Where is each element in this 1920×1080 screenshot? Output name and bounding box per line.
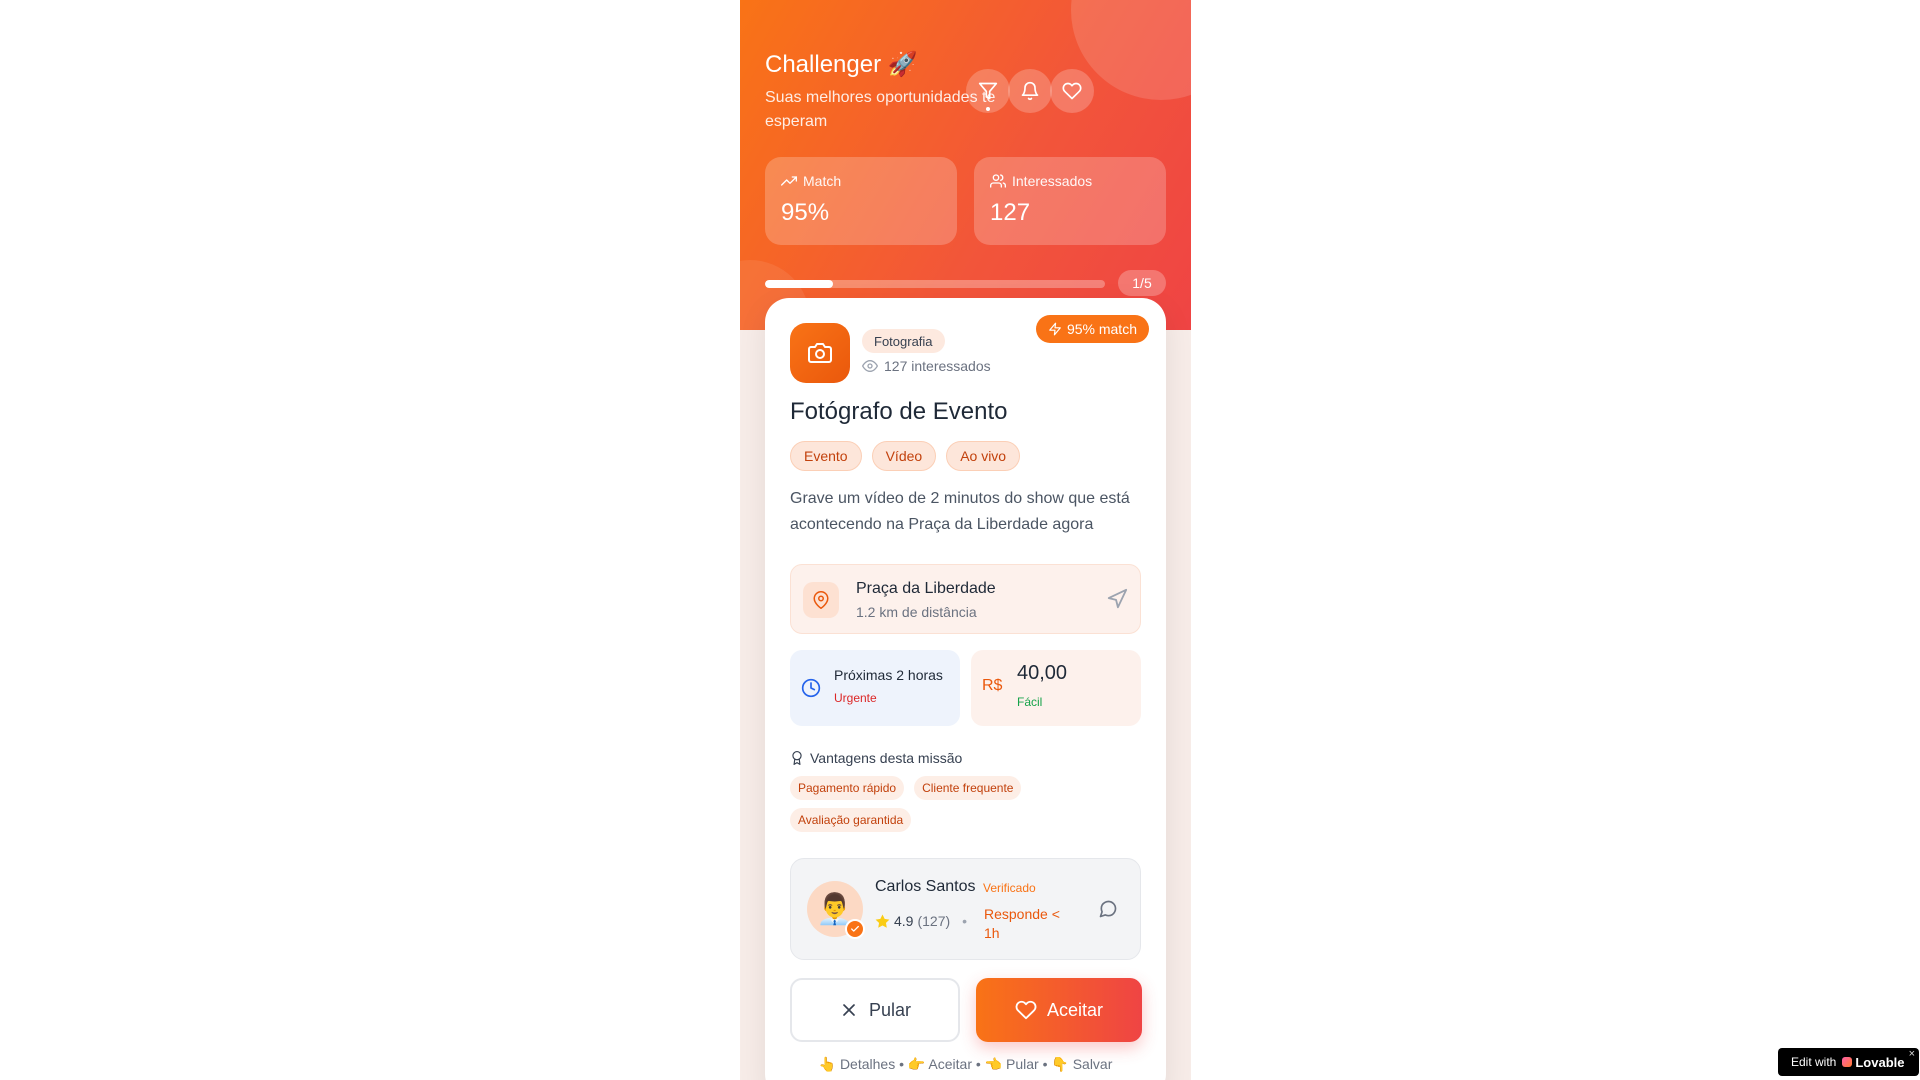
award-icon [792,751,802,765]
interested-stat-value: 127 [990,199,1031,226]
users-icon [990,174,1006,188]
match-badge: 95% match [1035,315,1149,343]
active-filter-dot [986,107,990,111]
verified-badge [845,919,865,939]
job-tag: Evento [790,441,862,471]
progress-bar [765,280,1105,288]
lovable-heart-icon [1842,1057,1853,1067]
lovable-logo: Lovable [1842,1055,1904,1070]
star-icon [875,914,890,928]
trending-up-icon [781,176,797,186]
match-badge-label: 95% match [1066,321,1137,337]
time-box: Próximas 2 horas Urgente [790,650,960,726]
job-description: Grave um vídeo de 2 minutos do show que … [790,490,1130,533]
check-icon [851,925,859,932]
response-time: Responde < 1h [984,906,1060,941]
price-box: R$ 40,00 Fácil [971,650,1141,726]
price-amount: 40,00 [1017,662,1068,684]
urgency-label: Urgente [834,691,877,705]
message-icon[interactable] [1098,899,1118,919]
map-pin-icon [813,591,829,609]
zap-icon [1049,322,1061,336]
close-icon[interactable]: × [1909,1048,1915,1060]
skip-button-label: Pular [868,999,912,1020]
location-name: Praça da Liberdade [856,580,996,597]
favorites-button[interactable] [1050,69,1094,113]
perks-heading-label: Vantagens desta missão [810,750,963,766]
eye-icon [862,360,878,372]
filter-button[interactable] [966,69,1010,113]
close-icon [843,1004,855,1016]
badge-prefix: Edit with [1791,1055,1837,1069]
interested-count-label: 127 interessados [884,358,991,374]
category-tag: Fotografia [862,329,945,353]
gesture-hint: 👆 Detalhes • 👉 Aceitar • 👈 Pular • 👇 Sal… [818,1056,1113,1072]
category-tile [790,323,850,383]
currency-symbol: R$ [982,677,1003,694]
hero-header: Challenger 🚀 Suas melhores oportunidades… [740,0,1191,330]
skip-button[interactable]: Pular [790,978,960,1042]
verified-label: Verificado [983,881,1036,895]
clock-icon [801,678,821,698]
notifications-button[interactable] [1008,69,1052,113]
client-name: Carlos Santos [875,878,976,895]
page-counter: 1/5 [1118,270,1166,296]
accept-button[interactable]: Aceitar [976,978,1142,1042]
time-label: Próximas 2 horas [834,667,943,683]
separator-dot: • [962,913,968,929]
review-count: (127) [917,913,951,929]
bell-icon [1021,81,1039,101]
difficulty-label: Fácil [1017,695,1043,709]
perk-tag: Avaliação garantida [790,808,912,832]
perks-list: Pagamento rápido Cliente frequente Avali… [790,776,1110,832]
interested-stat-label: Interessados [1012,173,1093,189]
page-title: Challenger 🚀 [765,51,918,78]
perk-tag: Pagamento rápido [790,776,905,800]
heart-icon [1015,1000,1037,1020]
camera-icon [808,343,832,363]
lovable-badge[interactable]: Edit with Lovable × [1778,1048,1919,1076]
navigation-icon[interactable] [1106,588,1128,610]
match-stat-card: Match 95% [765,157,957,245]
location-pin [803,582,839,618]
heart-icon [1062,82,1082,100]
client-rating: 4.9 (127) • [875,913,967,929]
client-box[interactable]: 👨‍💼 Carlos Santos Verificado 4.9 (127) •… [790,858,1141,960]
rating-value: 4.9 [894,913,914,929]
location-distance: 1.2 km de distância [856,604,977,620]
accept-button-label: Aceitar [1046,999,1104,1020]
progress-fill [765,280,833,288]
perk-tag: Cliente frequente [914,776,1022,800]
job-tag: Vídeo [871,441,937,471]
job-tag: Ao vivo [946,441,1021,471]
app-frame: Challenger 🚀 Suas melhores oportunidades… [740,0,1191,1080]
filter-icon [978,82,998,100]
badge-brand: Lovable [1855,1054,1905,1070]
match-stat-value: 95% [781,199,830,226]
opportunity-card[interactable]: 95% match Fotografia 127 interessados Fo… [765,298,1166,1080]
job-title: Fotógrafo de Evento [790,398,1008,425]
location-box[interactable]: Praça da Liberdade 1.2 km de distância [790,564,1141,634]
job-tags: Evento Vídeo Ao vivo [790,441,1021,471]
interested-count: 127 interessados [862,358,991,374]
perks-heading: Vantagens desta missão [790,750,962,766]
interested-stat-card: Interessados 127 [974,157,1166,245]
match-stat-label: Match [803,173,842,189]
